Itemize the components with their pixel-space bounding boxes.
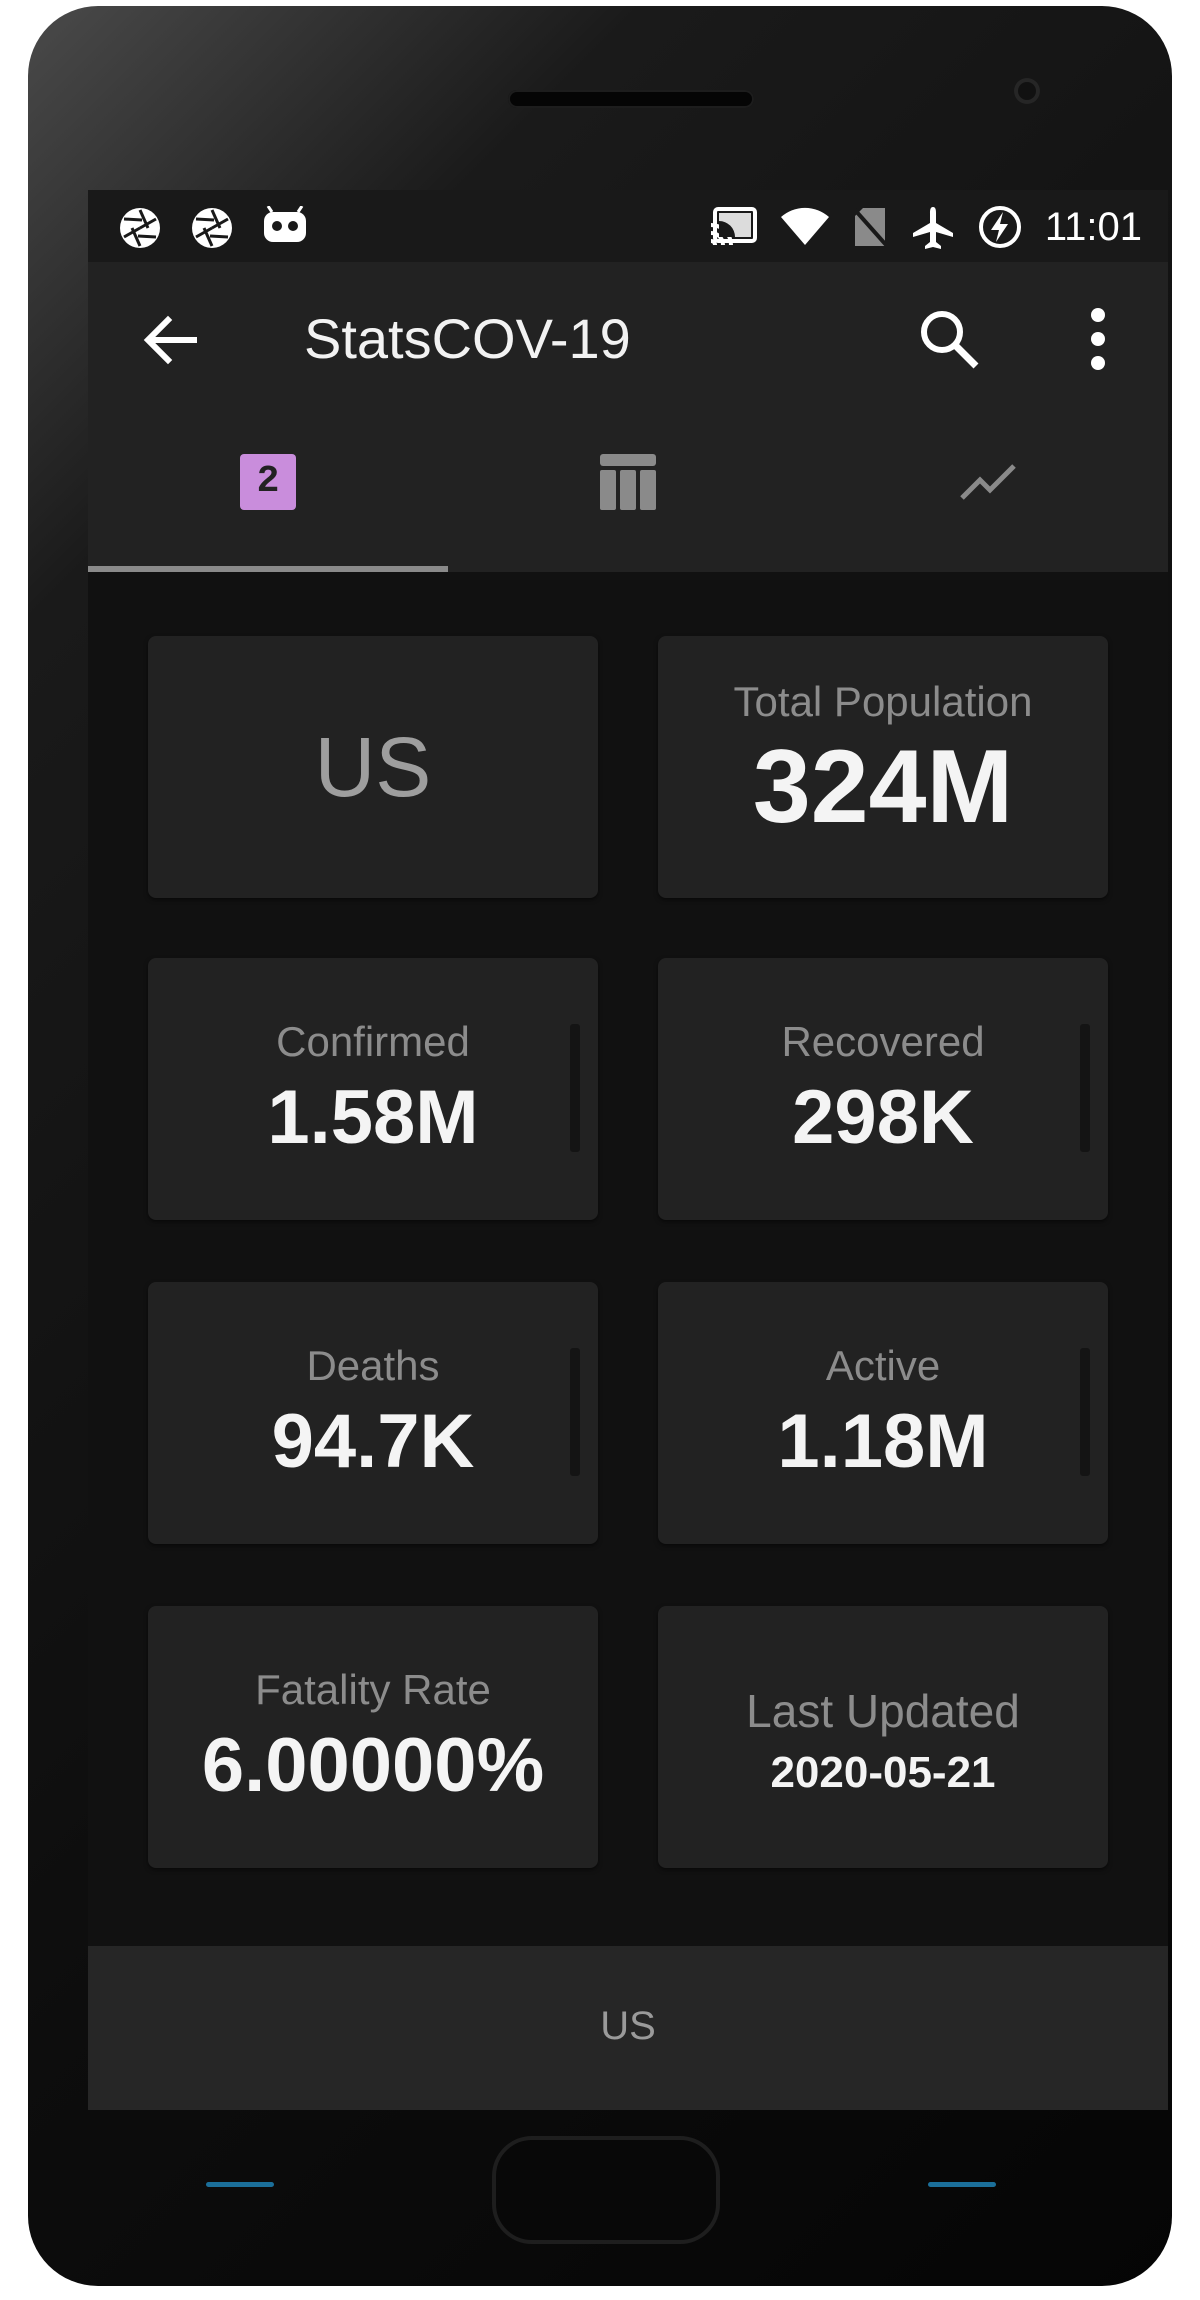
no-sim-icon xyxy=(853,208,889,248)
last-updated-label: Last Updated xyxy=(746,1685,1020,1737)
search-icon[interactable] xyxy=(918,308,980,370)
numeric-badge-icon: 2 xyxy=(240,454,296,510)
confirmed-value: 1.58M xyxy=(267,1075,479,1160)
active-label: Active xyxy=(825,1342,941,1389)
tab-table[interactable] xyxy=(448,414,808,572)
clock: 11:01 xyxy=(1044,204,1142,249)
front-camera xyxy=(1014,78,1040,104)
back-key-light xyxy=(206,2182,274,2187)
airplane-icon xyxy=(912,207,953,249)
country-name: US xyxy=(314,719,432,814)
confirmed-label: Confirmed xyxy=(276,1018,470,1065)
population-value: 324M xyxy=(752,729,1014,845)
selected-country-label: US xyxy=(600,2004,656,2048)
phone-frame: 11:01 StatsCOV-19 2 US Total Population … xyxy=(28,6,1172,2286)
battery-saver-icon xyxy=(978,206,1021,248)
recovered-label: Recovered xyxy=(781,1018,985,1065)
recovered-value: 298K xyxy=(792,1075,974,1160)
aperture-icon xyxy=(192,208,232,248)
fatality-card: Fatality Rate 6.00000% xyxy=(148,1606,598,1868)
tab-indicator xyxy=(88,566,448,572)
tab-chart[interactable] xyxy=(808,414,1168,572)
recovered-card[interactable]: Recovered 298K xyxy=(658,958,1108,1220)
tab-bar: 2 xyxy=(88,414,1168,572)
card-side-indicator xyxy=(1080,1348,1090,1476)
home-button[interactable] xyxy=(492,2136,720,2244)
trending-up-icon xyxy=(960,464,1016,500)
table-icon xyxy=(600,454,656,510)
aperture-icon xyxy=(120,208,160,248)
arrow-left-icon[interactable] xyxy=(140,310,200,370)
recents-key-light xyxy=(928,2182,996,2187)
fatality-value: 6.00000% xyxy=(201,1723,545,1808)
status-bar: 11:01 xyxy=(88,190,1168,262)
active-card[interactable]: Active 1.18M xyxy=(658,1282,1108,1544)
deaths-label: Deaths xyxy=(306,1342,440,1389)
last-updated-value: 2020-05-21 xyxy=(770,1748,996,1797)
fatality-label: Fatality Rate xyxy=(255,1666,491,1713)
confirmed-card[interactable]: Confirmed 1.58M xyxy=(148,958,598,1220)
earpiece-speaker xyxy=(508,90,754,108)
deaths-value: 94.7K xyxy=(271,1399,475,1484)
country-card: US xyxy=(148,636,598,898)
deaths-card[interactable]: Deaths 94.7K xyxy=(148,1282,598,1544)
page-title: StatsCOV-19 xyxy=(304,307,631,370)
population-label: Total Population xyxy=(733,678,1033,725)
tab-numeric[interactable]: 2 xyxy=(88,414,448,572)
bottom-bar[interactable]: US xyxy=(88,1946,1168,2110)
card-side-indicator xyxy=(570,1348,580,1476)
wifi-icon xyxy=(780,207,829,245)
card-side-indicator xyxy=(1080,1024,1090,1152)
last-updated-card: Last Updated 2020-05-21 xyxy=(658,1606,1108,1868)
android-bot-icon xyxy=(264,206,306,242)
more-vert-icon[interactable] xyxy=(1078,306,1118,372)
card-side-indicator xyxy=(570,1024,580,1152)
screen: 11:01 StatsCOV-19 2 US Total Population … xyxy=(88,190,1168,2110)
cast-icon xyxy=(710,207,757,246)
active-value: 1.18M xyxy=(777,1399,989,1484)
app-bar: StatsCOV-19 xyxy=(88,262,1168,414)
population-card: Total Population 324M xyxy=(658,636,1108,898)
